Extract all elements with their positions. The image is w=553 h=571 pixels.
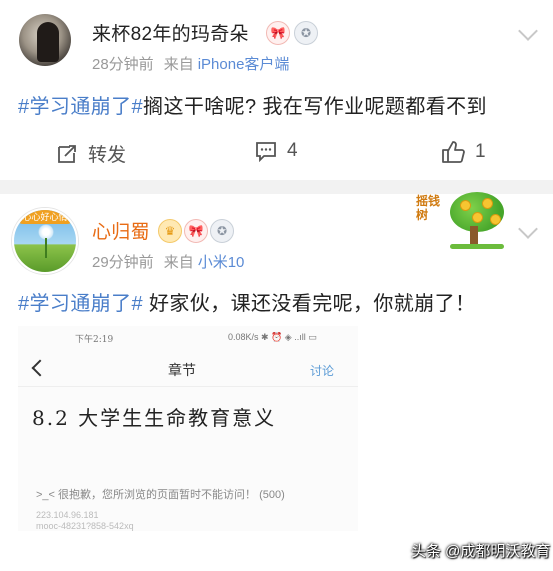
like-button[interactable]: 1 (441, 140, 486, 164)
action-bar: 转发 4 1 (0, 140, 553, 172)
dandelion-stem (45, 238, 47, 258)
post-meta: 29分钟前 来自 小米10 (92, 251, 254, 272)
post-time: 29分钟前 (92, 254, 154, 271)
crown-badge-icon: ♛ (158, 219, 182, 243)
user-avatar[interactable] (19, 14, 71, 66)
post-source[interactable]: iPhone客户端 (198, 56, 290, 73)
repost-button[interactable]: 转发 (56, 140, 126, 167)
repost-icon (58, 144, 76, 163)
coin-icon (490, 214, 501, 225)
post-content: 好家伙，课还没看完呢，你就崩了！ (143, 293, 476, 315)
comment-count: 4 (287, 140, 298, 161)
screenshot-nav-title: 章节 (168, 363, 196, 379)
watermark: 头条 @成都明沃教育 (411, 543, 551, 560)
avatar-tag: 心心好心情 (16, 210, 74, 224)
server-host: mooc-48231?858-542xq (36, 521, 134, 531)
comment-icon (256, 142, 276, 162)
post-content: 搁这干啥呢? 我在写作业呢题都看不到 (143, 96, 487, 118)
hashtag-link[interactable]: #学习通崩了# (18, 293, 143, 315)
thumbs-up-icon (442, 141, 465, 163)
like-count: 1 (475, 141, 486, 162)
attached-screenshot[interactable]: 下午2:19 0.08K/s ✱ ⏰ ◈ ..ıll ▭ 章节 讨论 8.2 大… (18, 326, 358, 531)
error-message: >_< 很抱歉，您所浏览的页面暂时不能访问！ (500) (36, 489, 285, 501)
user-avatar[interactable]: 心心好心情 (12, 208, 78, 274)
sticker-text: 摇钱树 (416, 194, 441, 222)
username[interactable]: 来杯82年的玛奇朵 (92, 19, 249, 46)
post-card-1: 来杯82年的玛奇朵 🎀 ✪ 28分钟前 来自 iPhone客户端 #学习通崩了#搁这… (0, 0, 553, 180)
tree-trunk (470, 226, 478, 246)
username[interactable]: 心归蜀 (92, 217, 150, 244)
coin-icon (460, 200, 471, 211)
post-source[interactable]: 小米10 (198, 254, 245, 271)
coin-icon (472, 212, 483, 223)
back-arrow-icon (31, 359, 49, 377)
money-tree-sticker: 摇钱树 (410, 190, 508, 250)
post-meta: 28分钟前 来自 iPhone客户端 (92, 53, 299, 74)
tree-ground (450, 244, 504, 249)
medal-badge-icon: ✪ (210, 219, 234, 243)
ribbon-badge-icon: 🎀 (266, 21, 290, 45)
source-prefix: 来自 (163, 56, 194, 73)
screenshot-nav-bar: 章节 讨论 (18, 356, 358, 387)
ribbon-badge-icon: 🎀 (184, 219, 208, 243)
chevron-down-icon[interactable] (518, 21, 538, 41)
comment-button[interactable]: 4 (255, 140, 298, 162)
hashtag-link[interactable]: #学习通崩了# (18, 96, 143, 118)
server-info: 223.104.96.181 mooc-48231?858-542xq (36, 510, 134, 532)
screenshot-discuss-link: 讨论 (310, 364, 335, 378)
server-ip: 223.104.96.181 (36, 510, 99, 520)
coin-icon (482, 198, 493, 209)
post-time: 28分钟前 (92, 56, 154, 73)
status-indicators: 0.08K/s ✱ ⏰ ◈ ..ıll ▭ (228, 332, 317, 342)
medal-badge-icon: ✪ (294, 21, 318, 45)
status-time: 下午2:19 (75, 335, 114, 345)
chapter-title: 8.2 大学生生命教育意义 (32, 406, 277, 430)
repost-label: 转发 (88, 145, 127, 166)
source-prefix: 来自 (163, 254, 194, 271)
post-text: #学习通崩了#搁这干啥呢? 我在写作业呢题都看不到 (18, 90, 487, 119)
post-text: #学习通崩了# 好家伙，课还没看完呢，你就崩了！ (18, 287, 475, 316)
